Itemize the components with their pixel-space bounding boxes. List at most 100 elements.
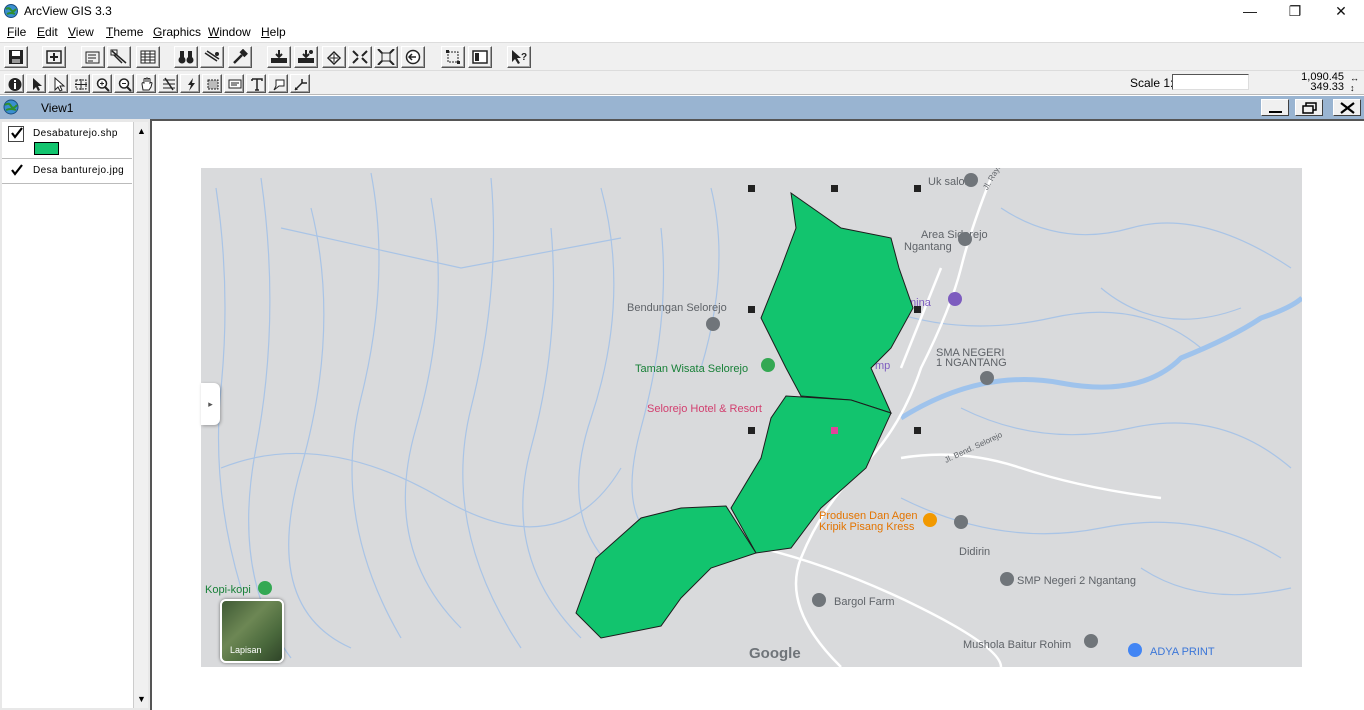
layers-label: Lapisan <box>230 645 262 655</box>
hot-link-tool[interactable] <box>180 74 200 93</box>
map-label-adya: ADYA PRINT <box>1150 646 1215 658</box>
magnifier-minus-icon <box>118 78 132 92</box>
draw-line-icon <box>294 79 307 91</box>
menu-window[interactable]: Window <box>208 25 251 39</box>
school-pin-icon <box>980 371 994 385</box>
map-label-bendungan: Bendungan Selorejo <box>627 302 727 314</box>
map-label-didirin: Didirin <box>959 546 990 558</box>
vertex-edit-tool[interactable] <box>48 74 68 93</box>
table-of-contents: Desabaturejo.shp Desa banturejo.jpg <box>2 122 133 708</box>
identify-tool[interactable] <box>4 74 24 93</box>
menu-file[interactable]: File <box>7 25 26 39</box>
view-restore-button[interactable] <box>1295 99 1323 116</box>
arrow-pointer-icon <box>33 78 42 91</box>
edit-legend-icon <box>110 49 127 64</box>
menu-edit[interactable]: Edit <box>37 25 58 39</box>
map-label-sma2: 1 NGANTANG <box>936 357 1007 369</box>
scale-input[interactable] <box>1172 74 1249 90</box>
draw-tool[interactable] <box>290 74 310 93</box>
zoom-full-extent-button[interactable] <box>267 46 291 68</box>
locate-address-button[interactable] <box>200 46 224 68</box>
shop-pin-icon <box>1128 643 1142 657</box>
magnifier-plus-icon <box>96 78 110 92</box>
view-close-button[interactable] <box>1333 99 1361 116</box>
theme-properties-button[interactable] <box>81 46 105 68</box>
menu-view[interactable]: View <box>68 25 94 39</box>
area-of-interest-icon <box>207 79 219 90</box>
map-pin-icon <box>954 515 968 529</box>
text-tool[interactable] <box>246 74 266 93</box>
help-pointer-icon: ? <box>512 50 527 64</box>
maximize-button[interactable]: ❐ <box>1272 0 1318 22</box>
toc-theme-desa-banturejo-jpg[interactable]: Desa banturejo.jpg <box>2 159 132 184</box>
tool-bar: Scale 1: 1,090.45 349.33 ↔ ↕ <box>0 70 1364 95</box>
clear-selected-button[interactable] <box>468 46 492 68</box>
theme-visibility-checkbox[interactable] <box>8 163 24 179</box>
zoom-out-button[interactable] <box>374 46 398 68</box>
checkmark-icon <box>11 164 23 176</box>
pan-tool[interactable] <box>136 74 156 93</box>
select-graphics-icon <box>446 50 460 64</box>
add-theme-button[interactable] <box>42 46 66 68</box>
vertex-edit-icon <box>54 77 66 92</box>
zoom-in-arrows-icon <box>352 50 368 64</box>
menu-help[interactable]: Help <box>261 25 286 39</box>
zoom-full-extent-icon <box>271 50 287 63</box>
layers-switcher[interactable]: Lapisan <box>220 599 284 663</box>
open-theme-table-button[interactable] <box>136 46 160 68</box>
callout-icon <box>273 79 285 91</box>
zoom-out-tool[interactable] <box>114 74 134 93</box>
callout-tool[interactable] <box>268 74 288 93</box>
menu-bar: File Edit View Theme Graphics Window Hel… <box>0 22 1364 42</box>
toc-theme-desabaturejo-shp[interactable]: Desabaturejo.shp <box>2 122 132 159</box>
map-display[interactable]: Uk salon Area Sidorejo Ngantang Bendunga… <box>150 119 1364 710</box>
toc-scrollbar[interactable]: ▲ ▼ <box>133 122 148 708</box>
map-side-panel-toggle[interactable]: ▸ <box>201 383 220 425</box>
park-pin-icon <box>258 581 272 595</box>
menu-theme[interactable]: Theme <box>106 25 143 39</box>
button-bar: ? <box>0 42 1364 70</box>
map-label-taman: Taman Wisata Selorejo <box>635 363 748 375</box>
minimize-button[interactable]: — <box>1227 0 1273 22</box>
map-label-smp: SMP Negeri 2 Ngantang <box>1017 575 1136 587</box>
table-icon <box>140 50 156 64</box>
map-label-kopi: Kopi-kopi <box>205 584 251 596</box>
distance-units-icon: ↔ ↕ <box>1350 73 1359 93</box>
theme-properties-icon <box>85 51 100 64</box>
find-button[interactable] <box>174 46 198 68</box>
select-feature-tool[interactable] <box>70 74 90 93</box>
window-title: ArcView GIS 3.3 <box>24 4 112 18</box>
school-pin-icon <box>948 292 962 306</box>
edit-legend-button[interactable] <box>107 46 131 68</box>
close-button[interactable]: ✕ <box>1318 0 1364 22</box>
zoom-in-button[interactable] <box>348 46 372 68</box>
scroll-down-arrow-icon[interactable]: ▼ <box>135 693 148 706</box>
label-icon <box>228 79 242 89</box>
view-minimize-button[interactable] <box>1261 99 1289 116</box>
scroll-up-arrow-icon[interactable]: ▲ <box>135 125 148 138</box>
restore-icon <box>1302 102 1317 114</box>
select-features-graphics-button[interactable] <box>441 46 465 68</box>
map-label-hotel: Selorejo Hotel & Resort <box>647 403 762 415</box>
zoom-in-tool[interactable] <box>92 74 112 93</box>
query-builder-button[interactable] <box>228 46 252 68</box>
zoom-to-selected-button[interactable] <box>322 46 346 68</box>
arcview-globe-icon <box>4 4 18 18</box>
park-pin-icon <box>761 358 775 372</box>
area-of-interest-tool[interactable] <box>202 74 222 93</box>
title-bar: ArcView GIS 3.3 — ❐ ✕ <box>0 0 1364 22</box>
help-button[interactable]: ? <box>507 46 531 68</box>
label-tool[interactable] <box>224 74 244 93</box>
pointer-tool[interactable] <box>26 74 46 93</box>
svg-text:?: ? <box>521 52 527 63</box>
save-project-button[interactable] <box>4 46 28 68</box>
zoom-previous-button[interactable] <box>401 46 425 68</box>
measure-ruler-icon <box>163 77 175 91</box>
measure-tool[interactable] <box>158 74 178 93</box>
zoom-to-active-themes-button[interactable] <box>294 46 318 68</box>
theme-visibility-checkbox[interactable] <box>8 126 24 142</box>
floppy-disk-icon <box>9 50 23 64</box>
menu-graphics[interactable]: Graphics <box>153 25 201 39</box>
clear-selected-icon <box>472 50 488 64</box>
map-label-mushola: Mushola Baitur Rohim <box>963 639 1071 651</box>
